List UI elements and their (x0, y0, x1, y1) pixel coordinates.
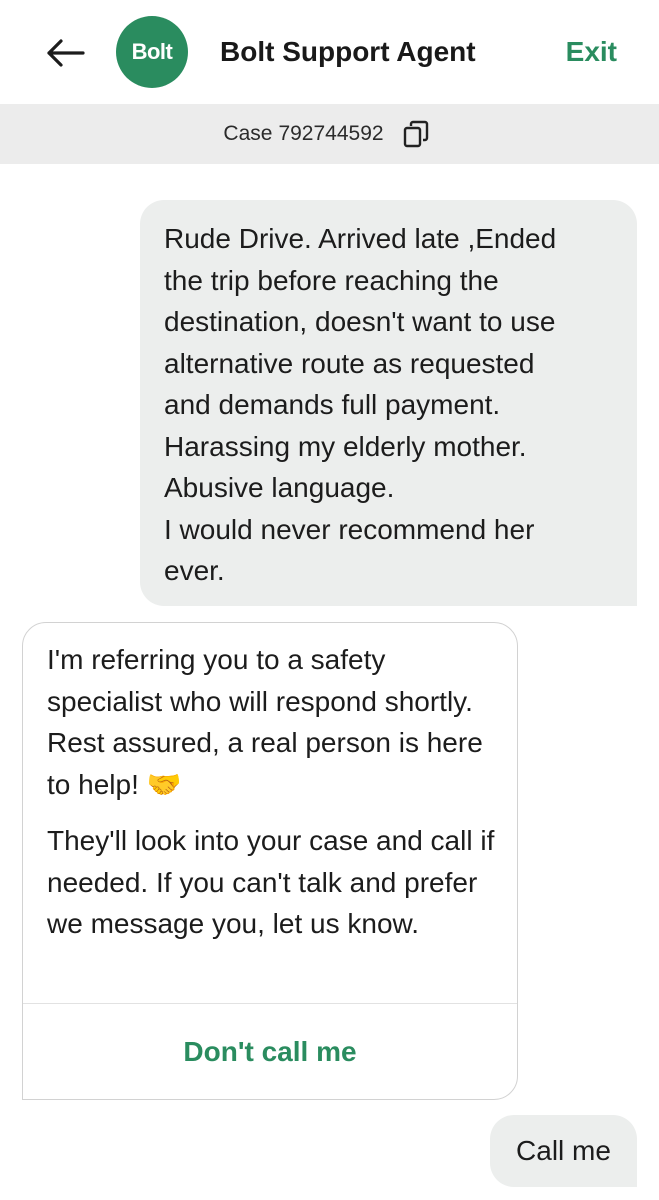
dont-call-me-button[interactable]: Don't call me (23, 1004, 517, 1099)
arrow-left-icon (47, 39, 85, 67)
case-label: Case (223, 122, 273, 145)
agent-name: Bolt Support Agent (220, 36, 476, 67)
copy-case-button[interactable] (396, 114, 436, 154)
agent-message-paragraph: I'm referring you to a safety specialist… (47, 644, 483, 800)
agent-message-card: I'm referring you to a safety specialist… (22, 622, 518, 1100)
agent-avatar: Bolt (116, 16, 188, 88)
bolt-logo-text: Bolt (131, 39, 173, 64)
agent-message-paragraph: They'll look into your case and call if … (47, 825, 495, 939)
copy-icon (403, 120, 428, 148)
chat-header: Bolt Bolt Support Agent Exit (0, 0, 659, 104)
user-message-bubble: Rude Drive. Arrived late ,Ended the trip… (140, 200, 637, 606)
user-message-bubble: Call me (490, 1115, 637, 1187)
exit-button[interactable]: Exit (566, 36, 617, 68)
back-button[interactable] (40, 30, 90, 76)
case-bar: Case 792744592 (0, 104, 659, 164)
case-number: 792744592 (278, 122, 384, 145)
